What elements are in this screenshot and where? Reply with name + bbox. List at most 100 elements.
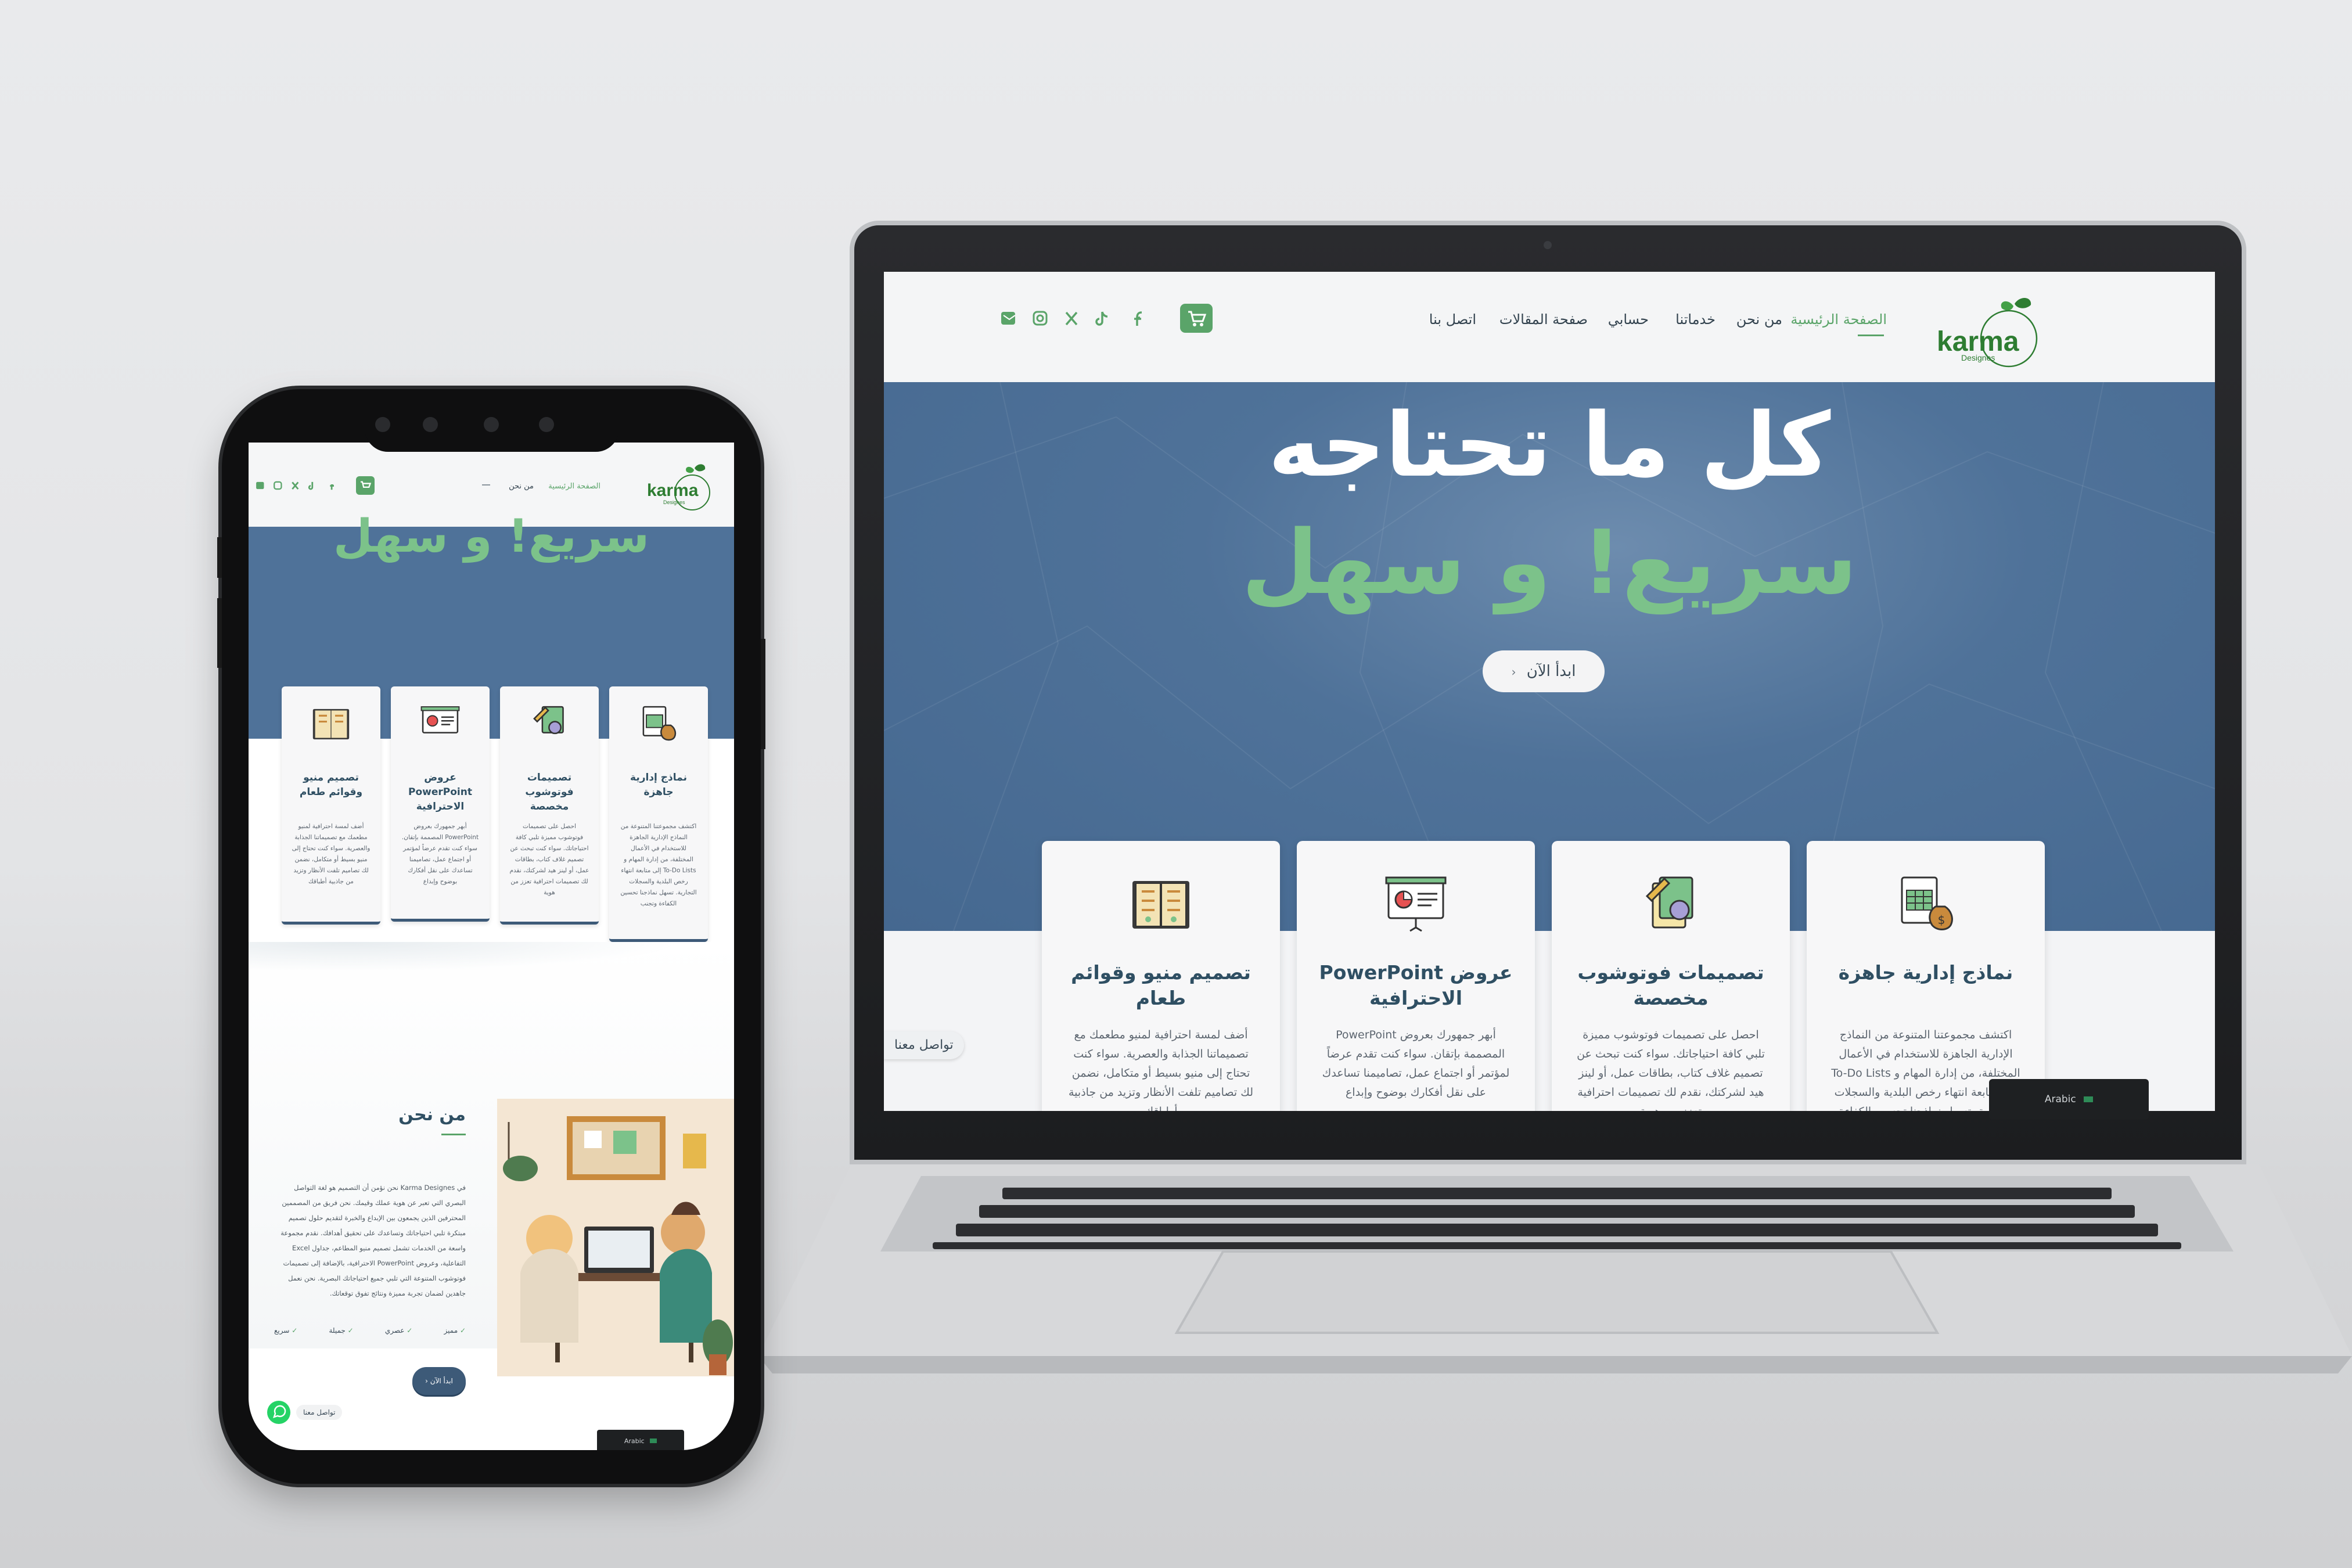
tiktok-icon[interactable] bbox=[308, 481, 314, 490]
contact-pill[interactable]: تواصل معنا bbox=[884, 1031, 964, 1059]
nav-services[interactable]: خدماتنا bbox=[1675, 311, 1716, 328]
phone-side-button bbox=[217, 537, 222, 578]
about-text: في Karma Designes نحن نؤمن أن التصميم هو… bbox=[280, 1184, 466, 1297]
nav-home[interactable]: الصفحة الرئيسية bbox=[548, 482, 600, 491]
feature-list: ✓ مميز ✓ عصري ✓ جميلة ✓ سريع bbox=[274, 1326, 466, 1335]
check-icon: ✓ bbox=[458, 1326, 466, 1335]
hero-start-label: ابدأ الآن bbox=[1526, 663, 1576, 680]
service-card[interactable]: تصميم منيو وقوائم طعام أضف لمسة احترافية… bbox=[282, 686, 380, 925]
language-switcher[interactable]: Arabic bbox=[1989, 1079, 2149, 1120]
check-icon: ✓ bbox=[289, 1326, 298, 1335]
tiktok-icon[interactable] bbox=[1095, 311, 1108, 326]
instagram-icon[interactable] bbox=[1033, 311, 1048, 326]
service-card[interactable]: تصميم منيو وقوائم طعام أضف لمسة احترافية… bbox=[1042, 841, 1280, 1111]
hero-title: كل ما تحتاجه bbox=[1268, 394, 1831, 497]
nav-account[interactable]: حسابي bbox=[1608, 311, 1649, 328]
feature-item: ✓ مميز bbox=[444, 1326, 466, 1335]
about-start-button[interactable]: ابدأ الآن ‹ bbox=[412, 1367, 466, 1395]
card-title: عروض PowerPoint الاحترافية bbox=[408, 772, 472, 812]
card-text: احصل على تصميمات فوتوشوب مميزة تلبي كافة… bbox=[1577, 1028, 1765, 1111]
feature-item: ✓ سريع bbox=[274, 1326, 298, 1335]
card-title: تصميمات فوتوشوب مخصصة bbox=[525, 772, 574, 812]
cart-icon bbox=[361, 481, 372, 488]
card-title: نماذج إدارية جاهزة bbox=[630, 772, 687, 798]
brand-name: karma bbox=[647, 481, 699, 500]
presentation-board-icon bbox=[420, 706, 460, 733]
arrow-left-icon: ‹ bbox=[425, 1377, 428, 1385]
flag-icon bbox=[2084, 1096, 2094, 1102]
social-links bbox=[256, 480, 343, 491]
brand-logo[interactable]: karma Designes bbox=[1933, 292, 2049, 368]
card-text: أبهر جمهورك بعروض PowerPoint المصممة بإت… bbox=[401, 823, 479, 885]
service-card[interactable]: عروض PowerPoint الاحترافية أبهر جمهورك ب… bbox=[1297, 841, 1535, 1111]
phone-side-button bbox=[761, 639, 765, 749]
language-label: Arabic bbox=[624, 1437, 645, 1445]
phone-screen: karma Designes الصفحة الرئيسية من نحن سر… bbox=[249, 443, 734, 1450]
flag-icon bbox=[650, 1438, 657, 1443]
service-card[interactable]: تصميمات فوتوشوب مخصصة احصل على تصميمات ف… bbox=[1552, 841, 1790, 1111]
nav-contact[interactable]: اتصل بنا bbox=[1429, 311, 1476, 328]
about-start-label: ابدأ الآن bbox=[430, 1377, 453, 1385]
section-divider bbox=[249, 942, 734, 977]
nav-home[interactable]: الصفحة الرئيسية bbox=[1790, 311, 1887, 328]
facebook-icon[interactable] bbox=[1134, 311, 1142, 326]
phone-notch bbox=[365, 407, 619, 452]
about-title: من نحن bbox=[398, 1105, 466, 1125]
card-title: تصميم منيو وقوائم طعام bbox=[299, 772, 363, 798]
site-header: karma Designes الصفحة الرئيسية من نحن خد… bbox=[884, 272, 2215, 382]
card-title: تصميمات فوتوشوب مخصصة bbox=[1577, 961, 1764, 1009]
spreadsheet-money-icon: $ bbox=[1901, 876, 1953, 930]
svg-text:$: $ bbox=[1938, 913, 1945, 927]
team-illustration bbox=[497, 1099, 734, 1376]
card-text: احصل على تصميمات فوتوشوب مميزة تلبي كافة… bbox=[509, 823, 589, 896]
brand-sub: Designes bbox=[663, 499, 685, 505]
cart-button[interactable] bbox=[1180, 304, 1213, 333]
about-underline bbox=[441, 1134, 466, 1135]
whatsapp-icon bbox=[267, 1401, 290, 1424]
language-label: Arabic bbox=[2044, 1094, 2076, 1105]
email-icon[interactable] bbox=[1001, 312, 1016, 325]
language-switcher[interactable]: Arabic bbox=[597, 1430, 684, 1450]
whatsapp-label: تواصل معنا bbox=[296, 1405, 343, 1420]
card-text: أضف لمسة احترافية لمنيو مطعمك مع تصميمات… bbox=[292, 823, 371, 885]
menu-book-icon bbox=[1132, 881, 1189, 929]
feature-item: ✓ جميلة bbox=[329, 1326, 354, 1335]
nav-about[interactable]: من نحن bbox=[1736, 311, 1782, 328]
photoshop-design-icon bbox=[533, 706, 564, 735]
photoshop-design-icon bbox=[1645, 876, 1693, 929]
whatsapp-contact[interactable]: تواصل معنا bbox=[266, 1400, 343, 1425]
x-icon[interactable] bbox=[292, 481, 299, 490]
x-icon[interactable] bbox=[1065, 311, 1078, 326]
service-card[interactable]: نماذج إدارية جاهزة اكتشف مجموعتنا المتنو… bbox=[609, 686, 708, 942]
feature-item: ✓ عصري bbox=[384, 1326, 413, 1335]
hero-start-button[interactable]: ابدأ الآن ‹ bbox=[1483, 650, 1605, 692]
card-title: نماذج إدارية جاهزة bbox=[1838, 961, 2013, 984]
facebook-icon[interactable] bbox=[330, 484, 334, 490]
check-icon: ✓ bbox=[345, 1326, 354, 1335]
card-title: تصميم منيو وقوائم طعام bbox=[1071, 961, 1251, 1009]
check-icon: ✓ bbox=[404, 1326, 413, 1335]
laptop-camera bbox=[1544, 241, 1552, 249]
brand-logo[interactable]: karma Designes bbox=[646, 460, 715, 512]
instagram-icon[interactable] bbox=[274, 481, 282, 490]
arrow-left-icon: ‹ bbox=[1511, 665, 1516, 679]
nav-about[interactable]: من نحن bbox=[509, 482, 534, 491]
card-text: أضف لمسة احترافية لمنيو مطعمك مع تصميمات… bbox=[1069, 1028, 1253, 1111]
card-text: اكتشف مجموعتنا المتنوعة من النماذج الإدا… bbox=[620, 823, 697, 907]
laptop-base bbox=[758, 1164, 2352, 1373]
email-icon[interactable] bbox=[256, 481, 264, 490]
menu-book-icon bbox=[312, 709, 350, 740]
service-card[interactable]: تصميمات فوتوشوب مخصصة احصل على تصميمات ف… bbox=[500, 686, 599, 925]
laptop-screen: karma Designes الصفحة الرئيسية من نحن خد… bbox=[884, 272, 2215, 1111]
cart-button[interactable] bbox=[356, 476, 375, 495]
service-card[interactable]: $ نماذج إدارية جاهزة اكتشف مجموعتنا المت… bbox=[1807, 841, 2045, 1111]
nav-articles[interactable]: صفحة المقالات bbox=[1499, 311, 1588, 328]
more-icon[interactable] bbox=[482, 484, 490, 485]
nav-active-underline bbox=[1858, 335, 1884, 336]
service-card[interactable]: عروض PowerPoint الاحترافية أبهر جمهورك ب… bbox=[391, 686, 490, 922]
spreadsheet-money-icon bbox=[642, 706, 677, 741]
card-title: عروض PowerPoint الاحترافية bbox=[1319, 961, 1513, 1009]
social-links bbox=[1000, 308, 1157, 328]
presentation-board-icon bbox=[1385, 876, 1447, 932]
hero-subtitle: سريع! و سهل bbox=[1241, 511, 1858, 614]
